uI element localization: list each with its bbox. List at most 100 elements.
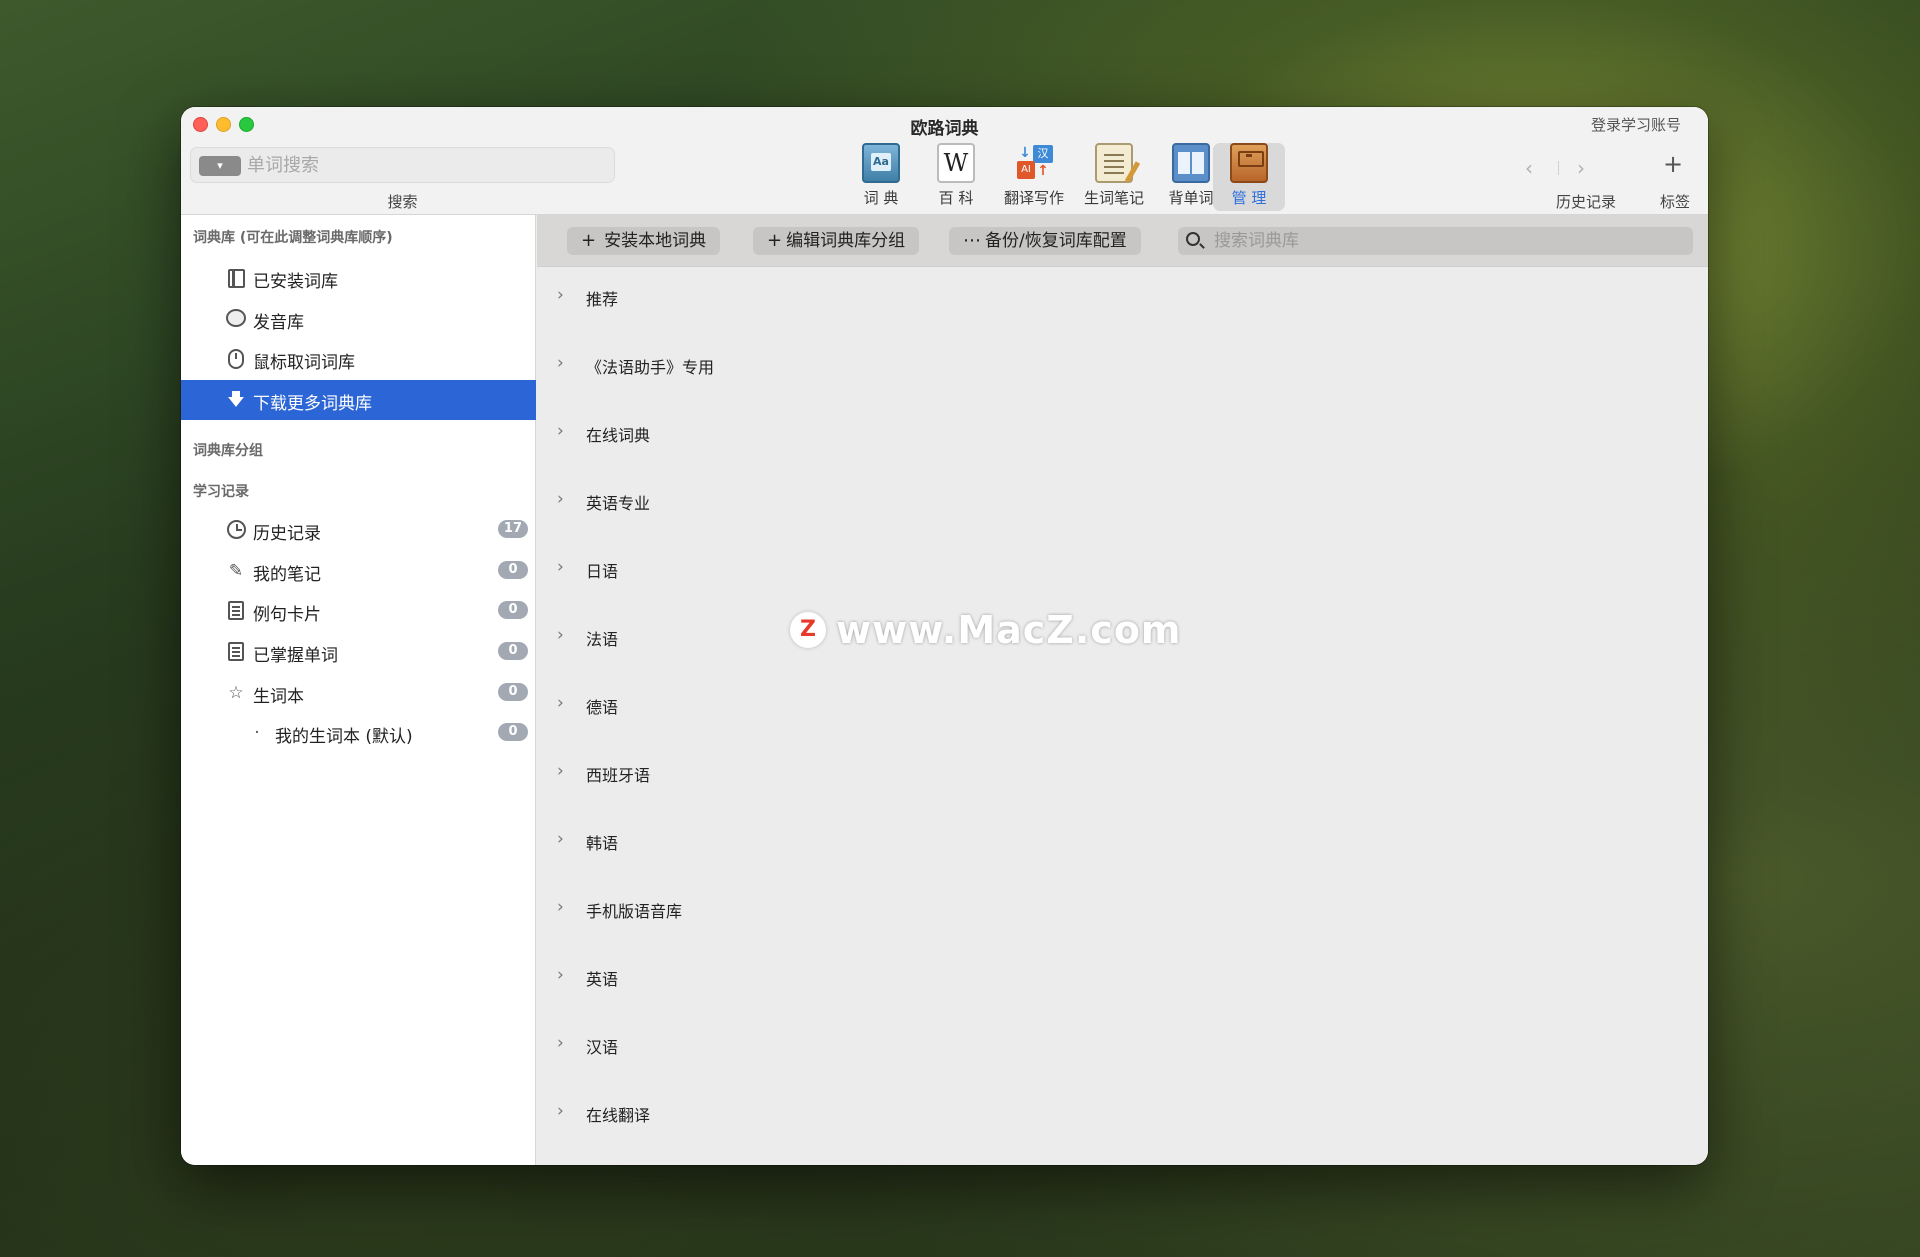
sidebar-item-my-vocabulary[interactable]: · 我的生词本 (默认) 0 [181, 713, 536, 753]
group-row[interactable]: › 西班牙语 [537, 753, 1708, 793]
group-row[interactable]: › 在线翻译 [537, 1093, 1708, 1133]
group-label: 法语 [586, 630, 619, 649]
groups-section-header: 词典库分组 [193, 443, 263, 459]
dropdown-icon: ▾ [217, 159, 223, 172]
group-label: 德语 [586, 698, 619, 717]
group-row[interactable]: › 《法语助手》专用 [537, 345, 1708, 385]
sidebar-item-download-more[interactable]: 🡇 下载更多词典库 [181, 380, 536, 420]
sidebar-item-label: 下载更多词典库 [253, 394, 372, 414]
chevron-right-icon[interactable]: › [557, 1033, 564, 1053]
chevron-right-icon[interactable]: › [557, 897, 564, 917]
chevron-right-icon[interactable]: › [557, 693, 564, 713]
count-badge: 17 [497, 520, 528, 538]
sidebar-item-pronunciation[interactable]: 发音库 [181, 299, 536, 339]
backup-restore-button[interactable]: ⋯ 备份/恢复词库配置 [949, 227, 1141, 255]
tool-label: 管 理 [1231, 189, 1267, 207]
watermark-logo: Z [790, 612, 826, 648]
sidebar-item-label: 例句卡片 [253, 605, 321, 625]
chevron-right-icon[interactable]: › [557, 625, 564, 645]
sidebar-item-sentence-cards[interactable]: 例句卡片 0 [181, 591, 536, 631]
back-arrow-icon[interactable]: ‹ [1514, 155, 1544, 181]
group-row[interactable]: › 推荐 [537, 277, 1708, 317]
action-bar: + 安装本地词典 + 编辑词典库分组 ⋯ 备份/恢复词库配置 [537, 215, 1708, 267]
card-icon [226, 601, 246, 621]
edit-groups-button[interactable]: + 编辑词典库分组 [753, 227, 920, 255]
group-row[interactable]: › 日语 [537, 549, 1708, 589]
flashcards-icon [1172, 143, 1210, 183]
search-mode-dropdown[interactable]: ▾ [199, 156, 241, 176]
group-label: 日语 [586, 562, 619, 581]
group-label: 英语专业 [586, 494, 651, 513]
chevron-right-icon[interactable]: › [557, 421, 564, 441]
group-row[interactable]: › 汉语 [537, 1025, 1708, 1065]
add-tag-button[interactable]: + [1660, 151, 1686, 177]
group-row[interactable]: › 手机版语音库 [537, 889, 1708, 929]
tool-notes-button[interactable]: 生词笔记 [1078, 143, 1150, 211]
sidebar-item-installed[interactable]: 已安装词库 [181, 258, 536, 298]
tool-label: 翻译写作 [1003, 189, 1064, 207]
library-search-input[interactable] [1214, 227, 1674, 255]
tool-label: 生词笔记 [1083, 189, 1144, 207]
count-badge: 0 [498, 642, 528, 660]
group-row[interactable]: › 英语 [537, 957, 1708, 997]
tool-manage-button[interactable]: 管 理 [1213, 143, 1285, 211]
group-row[interactable]: › 英语专业 [537, 481, 1708, 521]
button-label: 备份/恢复词库配置 [985, 231, 1127, 251]
group-label: 汉语 [586, 1038, 619, 1057]
group-row[interactable]: › 在线词典 [537, 413, 1708, 453]
forward-arrow-icon[interactable]: › [1566, 155, 1596, 181]
login-account-link[interactable]: 登录学习账号 [1591, 114, 1681, 135]
sidebar-item-label: 已安装词库 [253, 272, 338, 292]
chevron-right-icon[interactable]: › [557, 965, 564, 985]
group-label: 推荐 [586, 290, 619, 309]
chevron-right-icon[interactable]: › [557, 557, 564, 577]
search-icon [1186, 232, 1200, 246]
chevron-right-icon[interactable]: › [557, 1101, 564, 1121]
plus-icon: + [581, 230, 597, 251]
book-icon [226, 268, 246, 288]
history-nav: ‹ › [1514, 155, 1604, 181]
count-badge: 0 [498, 561, 528, 579]
bullet-icon: · [254, 723, 260, 743]
sidebar-item-mouse-lookup[interactable]: 鼠标取词词库 [181, 339, 536, 379]
word-search-input[interactable] [247, 150, 607, 180]
group-row[interactable]: › 德语 [537, 685, 1708, 725]
tool-translate-button[interactable]: ↓ 汉 AI ↑ 翻译写作 [998, 143, 1070, 211]
chevron-right-icon[interactable]: › [557, 353, 564, 373]
star-icon: ☆ [228, 683, 244, 703]
sidebar-item-mastered[interactable]: 已掌握单词 0 [181, 632, 536, 672]
sidebar-item-history[interactable]: 历史记录 17 [181, 510, 536, 550]
chevron-right-icon[interactable]: › [557, 829, 564, 849]
sidebar-item-vocabulary[interactable]: ☆ 生词本 0 [181, 673, 536, 713]
speech-bubble-icon [226, 309, 246, 329]
chevron-right-icon[interactable]: › [557, 761, 564, 781]
group-label: 韩语 [586, 834, 619, 853]
sidebar-item-label: 已掌握单词 [253, 646, 338, 666]
count-badge: 0 [498, 601, 528, 619]
tool-dictionary-button[interactable]: 词 典 [845, 143, 917, 211]
chevron-right-icon[interactable]: › [557, 285, 564, 305]
group-label: 英语 [586, 970, 619, 989]
search-caption: 搜索 [387, 193, 418, 211]
library-search-box [1178, 227, 1693, 255]
install-local-dictionary-button[interactable]: + 安装本地词典 [567, 227, 721, 255]
mouse-icon [226, 349, 246, 369]
group-row[interactable]: › 韩语 [537, 821, 1708, 861]
sidebar-item-notes[interactable]: ✎ 我的笔记 0 [181, 551, 536, 591]
nav-divider [1558, 161, 1559, 175]
count-badge: 0 [498, 683, 528, 701]
toolbar: 欧路词典 登录学习账号 ▾ 搜索 词 典 百 科 ↓汉AI↑ 翻译写作 生词笔记 [181, 107, 1708, 215]
notes-icon [1095, 143, 1133, 183]
download-arrow-icon: 🡇 [227, 390, 245, 410]
clock-icon [226, 520, 246, 540]
history-caption: 历史记录 [1555, 193, 1616, 211]
button-label: 安装本地词典 [604, 231, 707, 251]
pencil-icon: ✎ [228, 561, 244, 581]
sidebar-item-label: 历史记录 [253, 524, 321, 544]
chevron-right-icon[interactable]: › [557, 489, 564, 509]
window-title: 欧路词典 [910, 119, 979, 139]
wiki-icon [937, 143, 975, 183]
group-label: 《法语助手》专用 [586, 358, 715, 377]
tool-wiki-button[interactable]: 百 科 [920, 143, 992, 211]
mastered-icon [226, 642, 246, 662]
